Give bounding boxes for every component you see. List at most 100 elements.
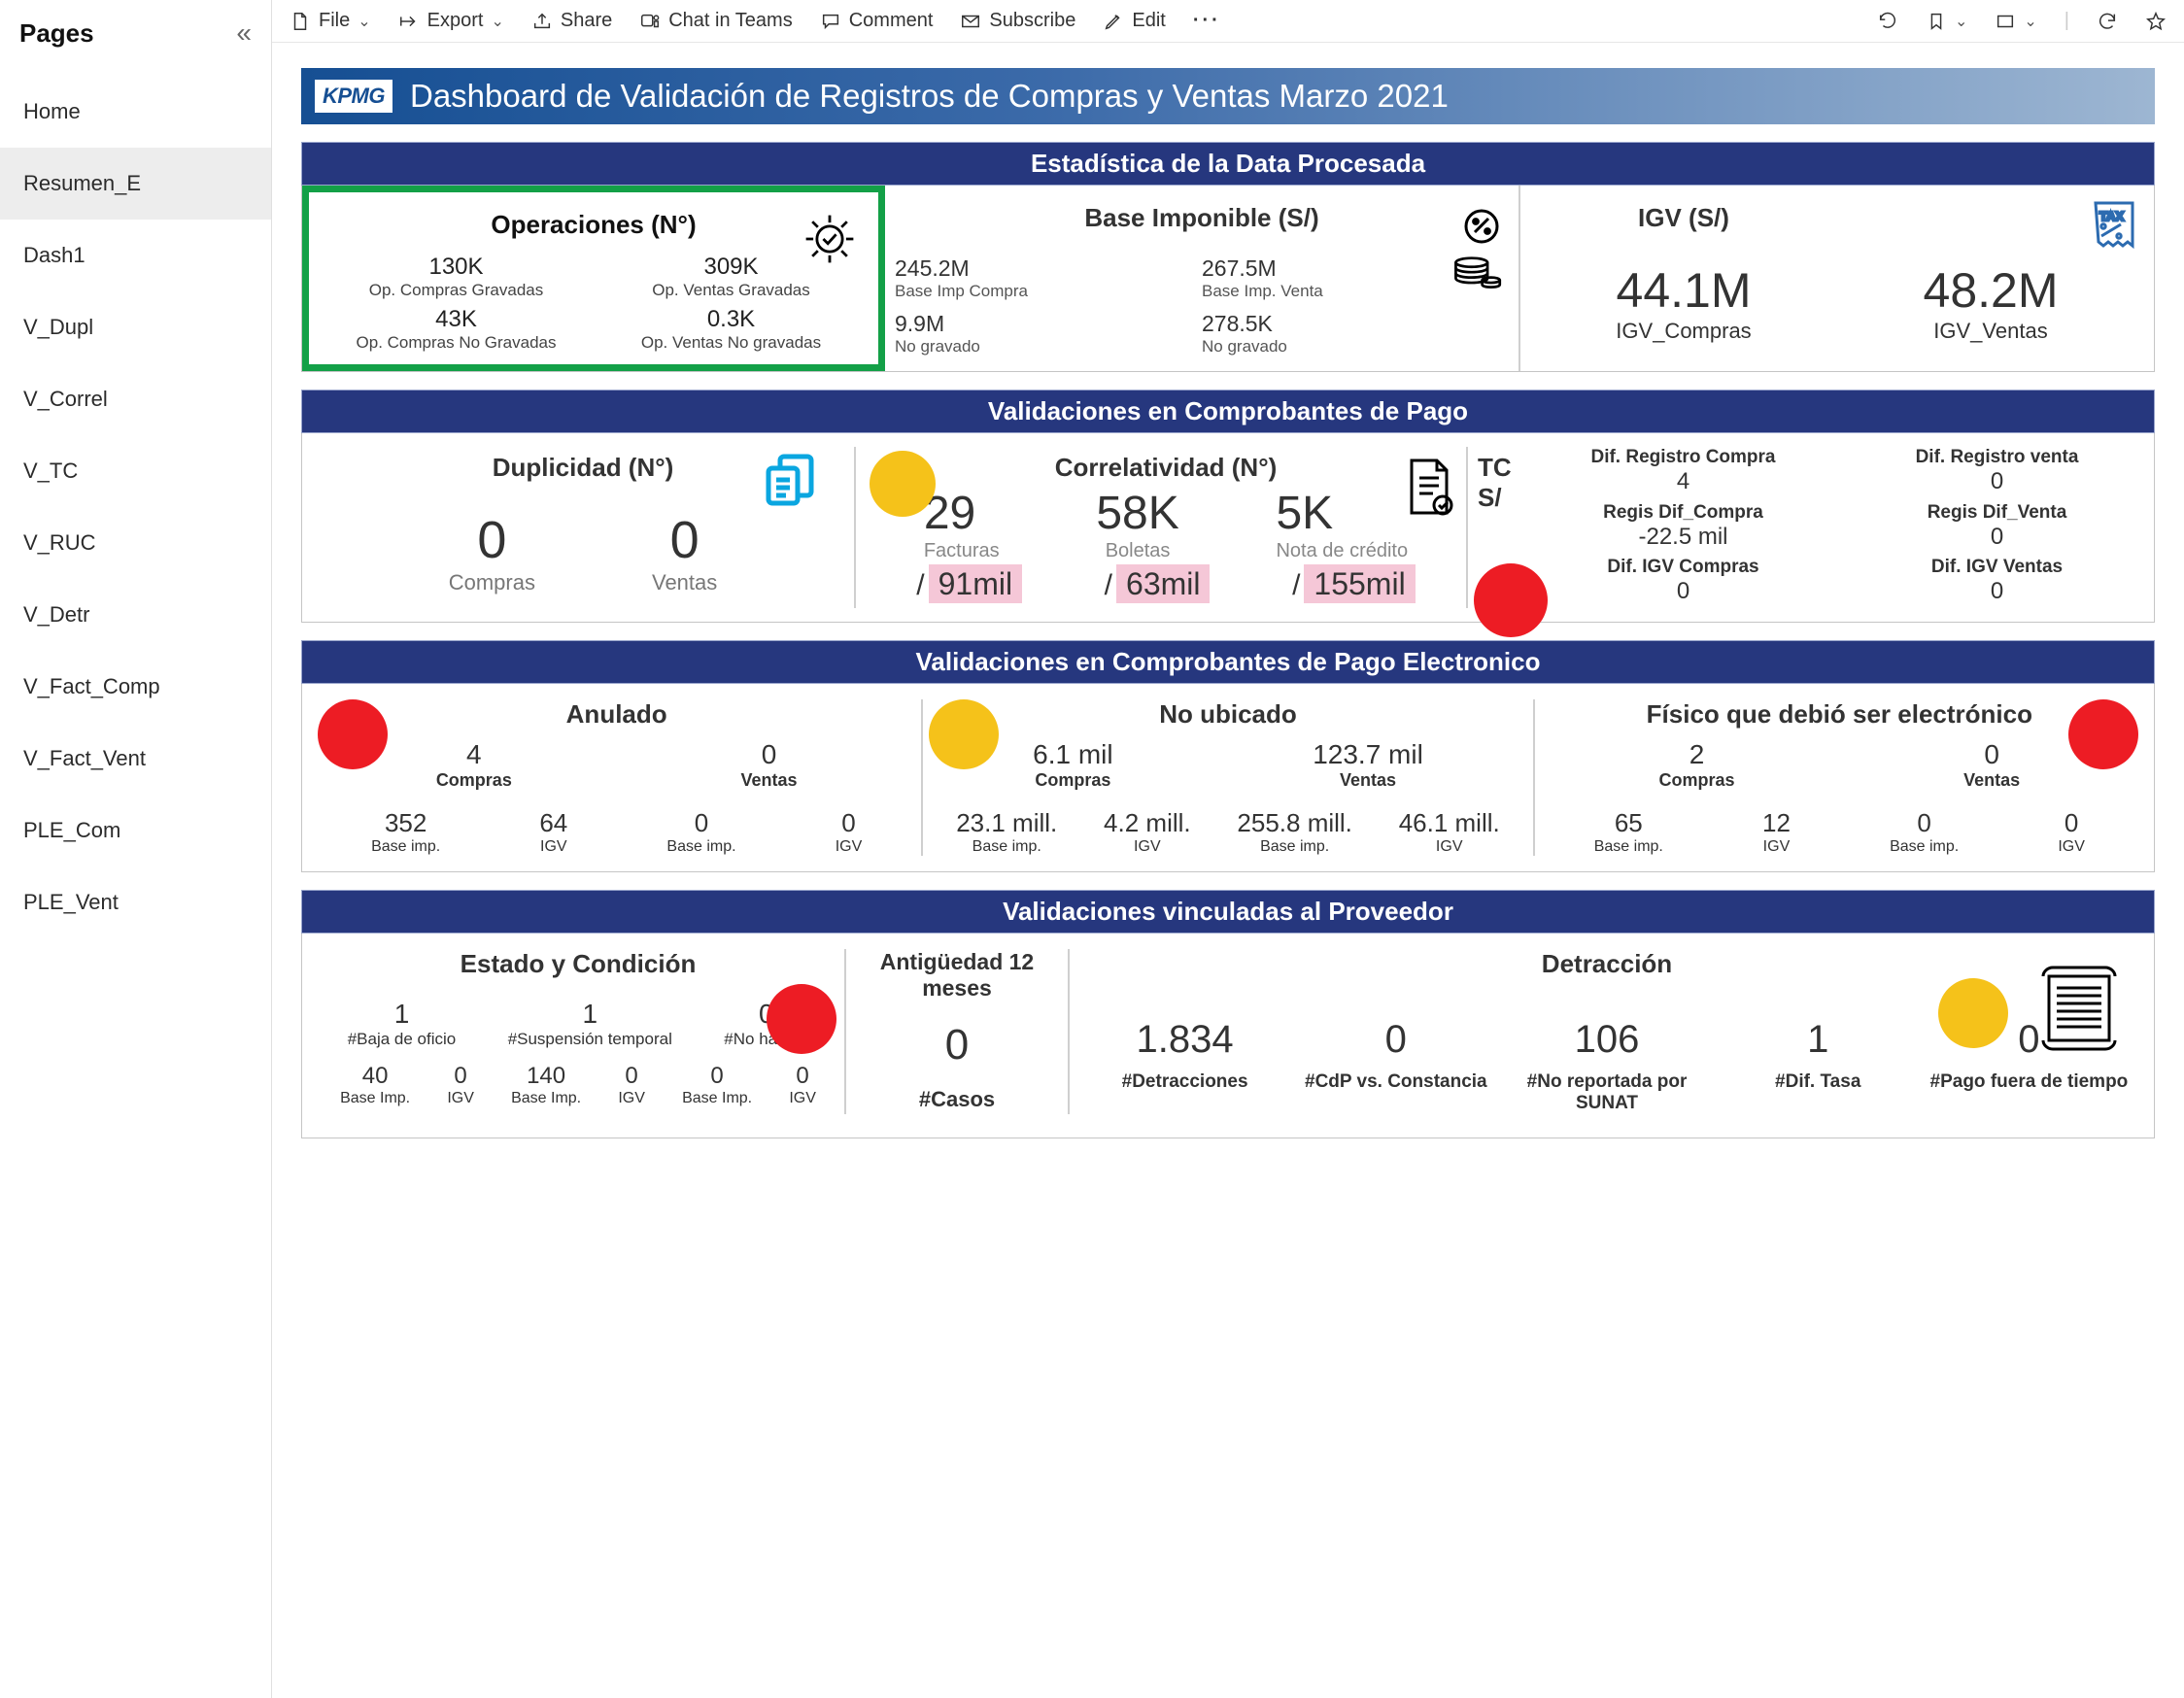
tc-a-val: 4 (1536, 468, 1830, 495)
tc-card[interactable]: TC S/ Dif. Registro Compra4 Dif. Registr… (1478, 447, 2144, 608)
noub-ventas-label: Ventas (1313, 770, 1423, 791)
status-dot-red-icon (1474, 563, 1548, 637)
metric-label: IGV (539, 838, 567, 856)
comment-button[interactable]: Comment (820, 10, 934, 32)
est-title: Estado y Condición (322, 949, 835, 979)
correlatividad-card[interactable]: Correlatividad (N°) 29Facturas 58KBoleta… (866, 447, 1468, 608)
operaciones-title: Operaciones (N°) (491, 210, 696, 240)
kpmg-logo: KPMG (315, 80, 392, 113)
sidebar-item-v_correl[interactable]: V_Correl (0, 363, 271, 435)
metric-label: IGV (1104, 838, 1191, 856)
sidebar-item-v_dupl[interactable]: V_Dupl (0, 291, 271, 363)
sidebar-item-home[interactable]: Home (0, 76, 271, 148)
tc-c-label: Regis Dif_Compra (1536, 502, 1830, 524)
bi-nograv-venta-val: 278.5K (1202, 311, 1509, 337)
igv-ventas-val: 48.2M (1837, 262, 2144, 319)
collapse-sidebar-icon[interactable]: « (236, 17, 252, 49)
est-sub-label: Base Imp. (682, 1090, 752, 1107)
sidebar-item-resumen_e[interactable]: Resumen_E (0, 148, 271, 220)
antiguedad-card[interactable]: Antigüedad 12 meses 0 #Casos (846, 949, 1070, 1114)
est-sub-val: 0 (682, 1063, 752, 1090)
operaciones-card[interactable]: Operaciones (N°) 130KOp. Compras Gravada… (302, 186, 885, 371)
section1-header: Estadística de la Data Procesada (301, 142, 2155, 186)
metric-value: 4.2 mill. (1104, 808, 1191, 838)
metric-value: 0 (2058, 808, 2085, 838)
metric-value: 0 (1890, 808, 1959, 838)
noub-compras-val: 6.1 mil (1033, 739, 1112, 770)
igv-card[interactable]: IGV (S/) 44.1M IGV_Compras 48.2M IGV_Ven… (1520, 186, 2154, 371)
estado-condicion-card[interactable]: Estado y Condición 1#Baja de oficio1#Sus… (312, 949, 846, 1114)
edit-label: Edit (1132, 10, 1165, 32)
file-menu[interactable]: File⌄ (290, 10, 371, 32)
est-sub-label: IGV (447, 1090, 474, 1107)
more-menu[interactable]: ··· (1193, 10, 1221, 32)
anulado-card[interactable]: Anulado 4Compras 0Ventas 352Base imp.64I… (312, 699, 923, 856)
reset-button[interactable] (1877, 11, 1898, 32)
sidebar-item-v_fact_vent[interactable]: V_Fact_Vent (0, 723, 271, 795)
detraccion-card[interactable]: Detracción 1.834#Detracciones0#CdP vs. C… (1070, 949, 2144, 1114)
anul-compras-label: Compras (436, 770, 512, 791)
igv-compras-label: IGV_Compras (1530, 319, 1837, 344)
ops-ventas-nograv-val: 0.3K (594, 306, 869, 333)
ant-val: 0 (856, 1021, 1058, 1070)
export-menu[interactable]: Export⌄ (398, 10, 504, 32)
bookmark-menu[interactable]: ⌄ (1926, 11, 1967, 32)
copy-icon (761, 453, 819, 514)
bi-nograv-compra-val: 9.9M (895, 311, 1202, 337)
edit-button[interactable]: Edit (1103, 10, 1165, 32)
tc-c-val: -22.5 mil (1536, 524, 1830, 551)
tc-b-label: Dif. Registro venta (1850, 447, 2144, 468)
cor-facturas-label: Facturas (924, 540, 1000, 562)
tc-f-val: 0 (1850, 578, 2144, 605)
favorite-button[interactable] (2145, 11, 2167, 32)
sidebar-item-ple_vent[interactable]: PLE_Vent (0, 866, 271, 938)
metric-value: 23.1 mill. (956, 808, 1057, 838)
dup-compras-label: Compras (449, 570, 535, 595)
det-label: #No reportada por SUNAT (1501, 1071, 1712, 1114)
metric-label: IGV (1399, 838, 1500, 856)
ant-label: #Casos (856, 1087, 1058, 1112)
fis-ventas-val: 0 (1963, 739, 2020, 770)
fis-compras-label: Compras (1658, 770, 1734, 791)
est-sub-val: 40 (340, 1063, 410, 1090)
ops-ventas-nograv-label: Op. Ventas No gravadas (594, 333, 869, 353)
sidebar-item-v_fact_comp[interactable]: V_Fact_Comp (0, 651, 271, 723)
metric-label: Base imp. (371, 838, 440, 856)
sidebar-item-ple_com[interactable]: PLE_Com (0, 795, 271, 866)
est-sub-val: 0 (447, 1063, 474, 1090)
dup-ventas-val: 0 (652, 510, 717, 570)
metric-label: Base imp. (956, 838, 1057, 856)
dup-title: Duplicidad (N°) (493, 453, 674, 483)
metric-value: 255.8 mill. (1237, 808, 1352, 838)
dup-compras-val: 0 (449, 510, 535, 570)
sidebar-item-dash1[interactable]: Dash1 (0, 220, 271, 291)
sidebar-item-v_detr[interactable]: V_Detr (0, 579, 271, 651)
base-imponible-card[interactable]: Base Imponible (S/) 245.2MBase Imp Compr… (885, 186, 1520, 371)
document-check-icon (1402, 457, 1456, 522)
pages-sidebar: Pages « HomeResumen_EDash1V_DuplV_Correl… (0, 0, 272, 1698)
metric-value: 64 (539, 808, 567, 838)
chat-teams-button[interactable]: Chat in Teams (639, 10, 792, 32)
tc-e-val: 0 (1536, 578, 1830, 605)
subscribe-button[interactable]: Subscribe (960, 10, 1075, 32)
refresh-button[interactable] (2097, 11, 2118, 32)
section2-panel: Duplicidad (N°) 0Compras 0Ventas Correla… (301, 433, 2155, 623)
sidebar-item-v_ruc[interactable]: V_RUC (0, 507, 271, 579)
ops-compras-nograv-val: 43K (319, 306, 594, 333)
share-button[interactable]: Share (531, 10, 612, 32)
fisico-card[interactable]: Físico que debió ser electrónico 2Compra… (1535, 699, 2144, 856)
duplicidad-card[interactable]: Duplicidad (N°) 0Compras 0Ventas (312, 447, 856, 608)
est-sub-label: IGV (789, 1090, 816, 1107)
det-val: 0 (1290, 1018, 1501, 1062)
view-menu[interactable]: ⌄ (1995, 11, 2036, 32)
bi-compra-val: 245.2M (895, 255, 1202, 282)
sidebar-item-v_tc[interactable]: V_TC (0, 435, 271, 507)
scroll-icon (2033, 963, 2125, 1057)
noubicado-card[interactable]: No ubicado 6.1 milCompras 123.7 milVenta… (923, 699, 1534, 856)
igv-compras-val: 44.1M (1530, 262, 1837, 319)
export-label: Export (427, 10, 484, 32)
det-val: 106 (1501, 1018, 1712, 1062)
section4-panel: Estado y Condición 1#Baja de oficio1#Sus… (301, 934, 2155, 1138)
metric-label: Base imp. (1237, 838, 1352, 856)
section3-header: Validaciones en Comprobantes de Pago Ele… (301, 640, 2155, 684)
